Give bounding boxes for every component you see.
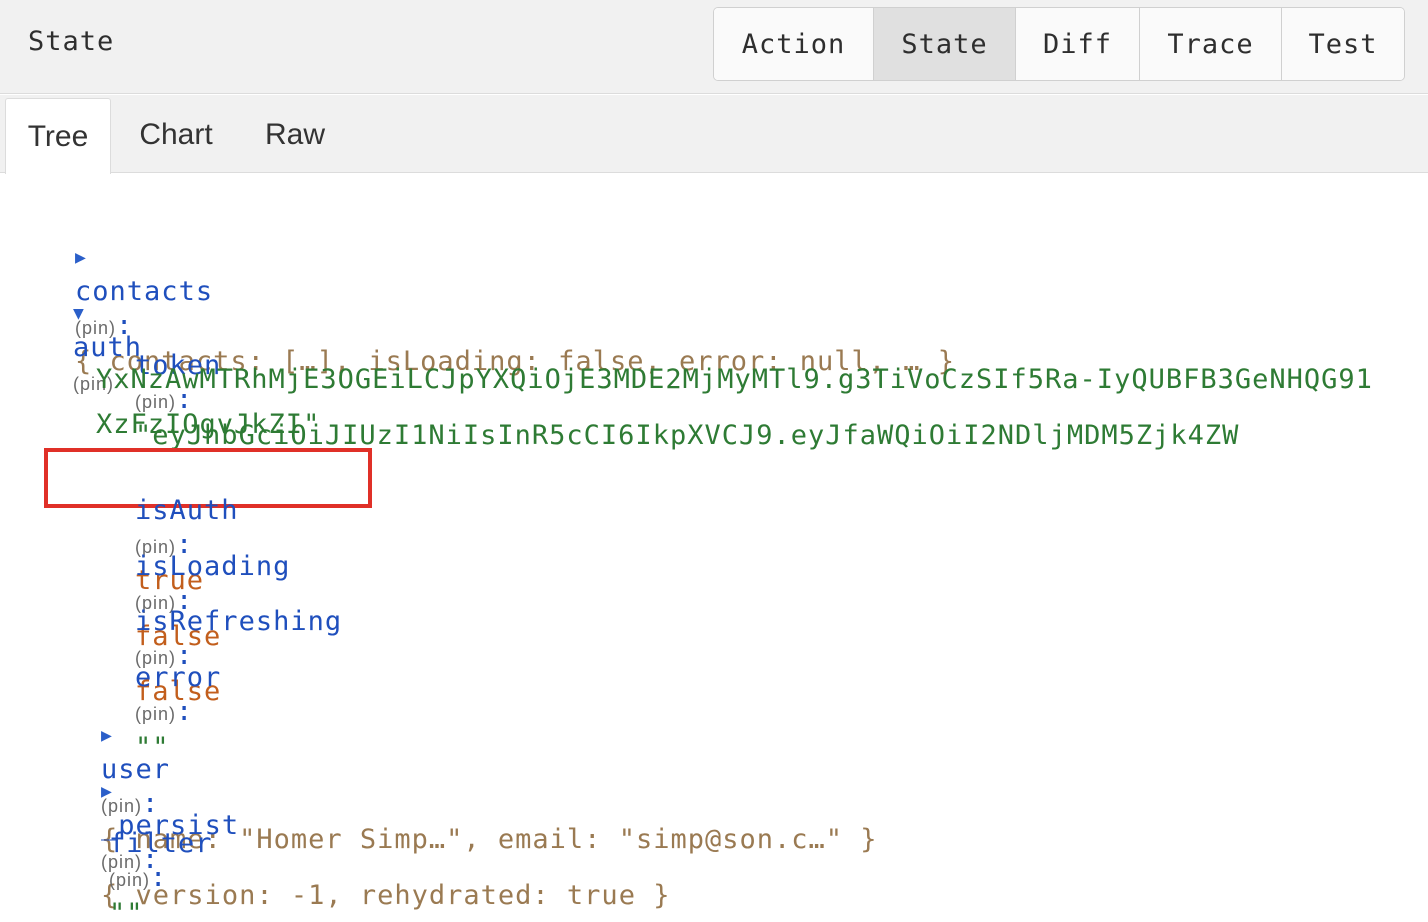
tab-action[interactable]: Action [714,8,874,80]
token-value-line-3: XzFzIOgvJkZI" [96,409,321,440]
monitor-header: State Action State Diff Trace Test [0,0,1428,94]
node-key: filter [109,828,213,859]
panel-title: State [28,26,115,57]
pin-button[interactable]: (pin) [109,870,150,890]
node-value: "" [109,898,144,922]
tab-tree[interactable]: Tree [5,98,111,174]
node-colon: : [150,862,168,893]
view-tab-bar: Tree Chart Raw [0,95,1428,174]
tab-trace[interactable]: Trace [1140,8,1282,80]
tab-raw[interactable]: Raw [248,98,342,172]
tab-diff[interactable]: Diff [1016,8,1140,80]
tab-state[interactable]: State [874,8,1016,80]
tab-chart[interactable]: Chart [120,98,232,172]
monitor-tab-group: Action State Diff Trace Test [713,7,1405,81]
state-tree: ▶ contacts (pin): { contacts: […], isLoa… [0,174,1428,922]
token-value-line-2: YxNzAwMTRhMjE3OGEiLCJpYXQiOjE3MDE2MjMyMT… [96,364,1373,395]
tab-test[interactable]: Test [1282,8,1404,80]
tree-node-filter[interactable]: filter (pin): "" [40,793,213,922]
